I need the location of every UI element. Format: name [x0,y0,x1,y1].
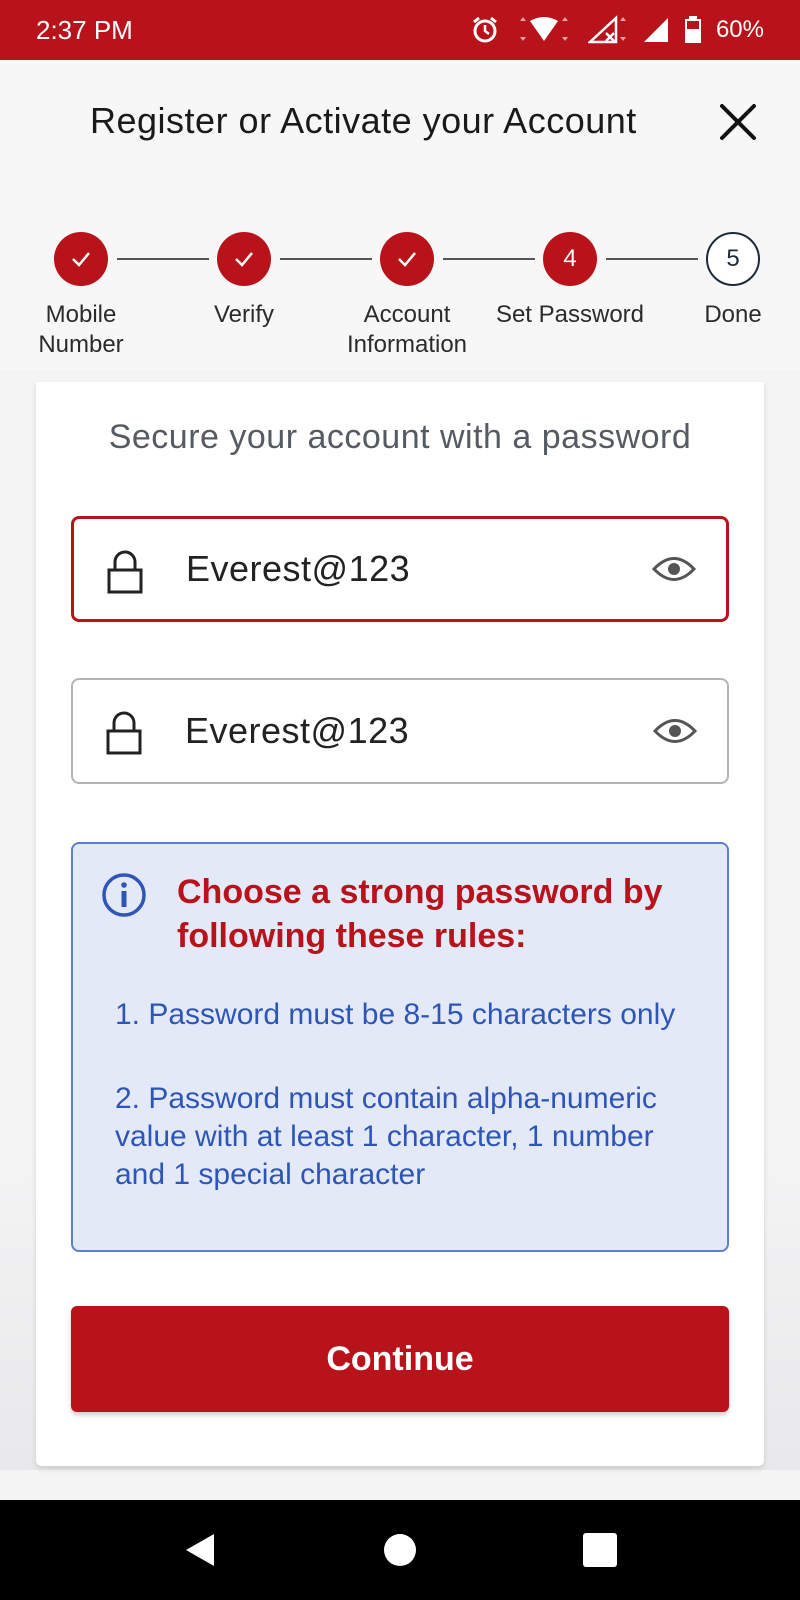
step-label-line: Account [363,301,451,328]
password-card: Secure your account with a password Ever… [36,382,764,1466]
password-field[interactable]: Everest@123 [71,516,729,622]
step-label-line: Verify [213,301,275,328]
step-1-label: Mobile Number [1,300,161,360]
rules-title: Choose a strong password by following th… [177,873,663,955]
close-icon[interactable] [716,100,760,144]
step-connector [606,258,698,260]
lock-icon [107,550,143,594]
step-4-circle: 4 [543,232,597,286]
step-label-line: Set Password [495,301,645,328]
home-icon[interactable] [380,1530,420,1570]
step-label-line: Number [38,331,124,358]
check-icon [398,252,416,267]
confirm-password-field[interactable]: Everest@123 [71,678,729,784]
rule-item: 2. Password must contain alpha-numeric v… [115,1082,657,1191]
info-icon [102,873,146,917]
eye-icon[interactable] [653,716,697,746]
step-connector [443,258,535,260]
progress-stepper: 4 5 Mobile Number Verify Account Informa… [0,190,800,370]
step-5-label: Done [653,300,800,330]
card-heading: Secure your account with a password [108,418,692,456]
status-icons: 60% [470,15,764,45]
confirm-password-value: Everest@123 [185,710,410,751]
status-bar: 2:37 PM 60% [0,0,800,60]
battery-percentage: 60% [715,16,764,43]
eye-icon[interactable] [652,554,696,584]
password-rules-box: Choose a strong password by following th… [71,842,729,1252]
rule-item: 1. Password must be 8-15 characters only [115,998,676,1031]
wifi-icon [519,17,568,41]
battery-icon [684,16,701,43]
step-label-line: Done [704,301,762,328]
system-nav-bar [0,1500,800,1600]
lock-icon [106,711,142,755]
signal-x-icon [587,15,626,44]
step-5-circle: 5 [706,232,760,286]
check-icon [72,252,90,267]
step-2-label: Verify [164,300,324,330]
page-title: Register or Activate your Account [90,100,637,141]
step-4-label: Set Password [490,300,650,330]
status-time: 2:37 PM [36,14,133,45]
step-label-line: Information [346,331,468,358]
check-icon [235,252,253,267]
password-value: Everest@123 [186,548,411,589]
back-icon[interactable] [180,1530,220,1570]
step-connector [280,258,372,260]
continue-button[interactable]: Continue [71,1306,729,1412]
step-connector [117,258,209,260]
step-label-line: Mobile [45,301,117,328]
step-1-circle [54,232,108,286]
step-2-circle [217,232,271,286]
recents-icon[interactable] [580,1530,620,1570]
signal-icon [643,18,668,42]
header: Register or Activate your Account [0,60,800,190]
alarm-icon [473,16,497,43]
step-3-circle [380,232,434,286]
step-3-label: Account Information [327,300,487,360]
